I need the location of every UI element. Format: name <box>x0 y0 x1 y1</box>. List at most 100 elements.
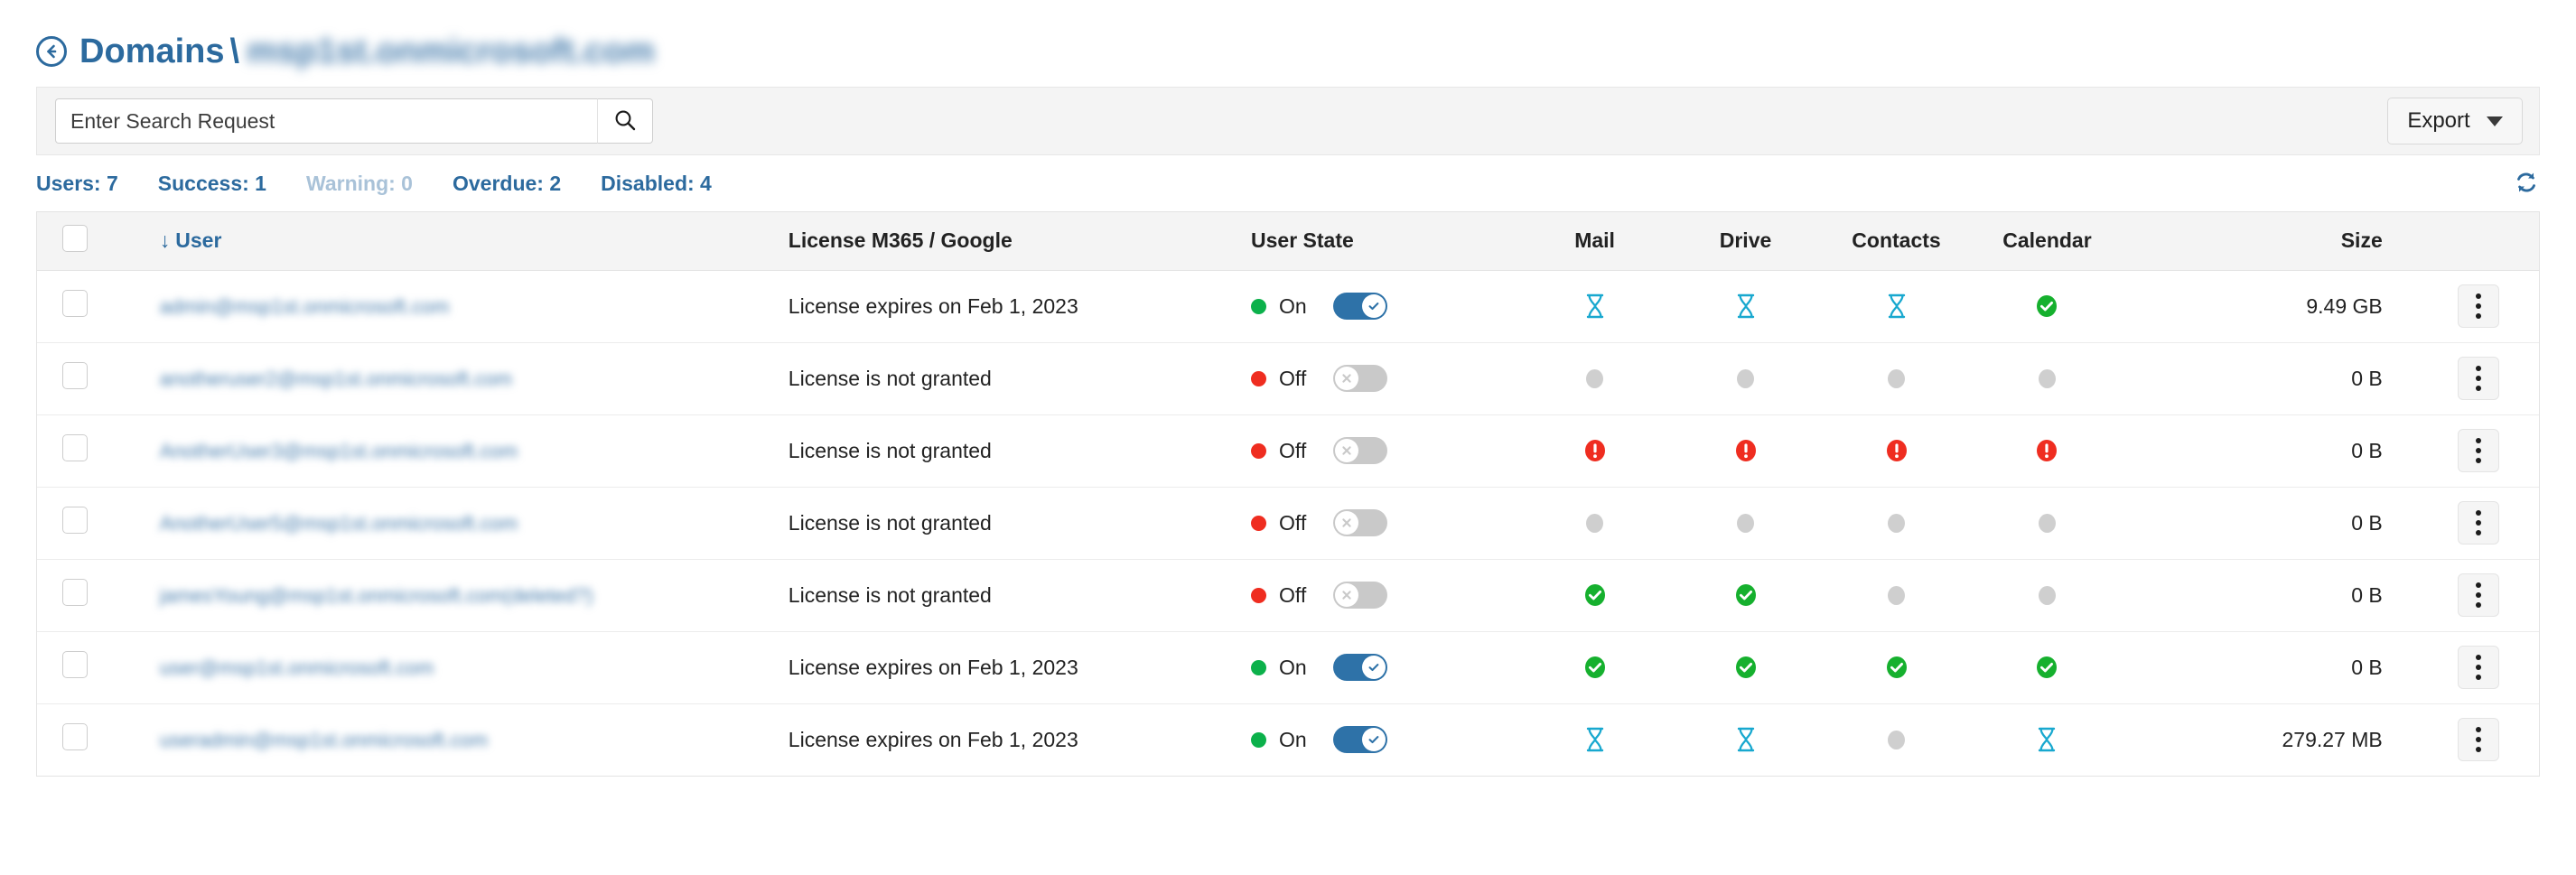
column-header-calendar[interactable]: Calendar <box>1971 212 2123 271</box>
stat-disabled[interactable]: Disabled: 4 <box>601 172 712 196</box>
column-header-user[interactable]: ↓ User <box>103 212 789 271</box>
user-email-link[interactable]: user@msp1st.onmicrosoft.com <box>160 656 434 680</box>
users-page: Domains \ msp1st.onmicrosoft.com Export … <box>0 0 2576 875</box>
row-checkbox[interactable] <box>62 651 88 678</box>
mail-status-success-icon[interactable] <box>1519 655 1670 680</box>
kebab-menu-icon[interactable] <box>2458 573 2500 617</box>
mail-status-error-icon[interactable] <box>1519 438 1670 463</box>
user-email-link[interactable]: useradmin@msp1st.onmicrosoft.com <box>160 729 488 752</box>
user-state-label: Off <box>1279 582 1307 607</box>
row-size-cell: 0 B <box>2122 414 2419 488</box>
row-checkbox[interactable] <box>62 579 88 606</box>
drive-status-pending-icon[interactable] <box>1670 293 1821 320</box>
kebab-menu-icon[interactable] <box>2458 501 2500 545</box>
stat-overdue[interactable]: Overdue: 2 <box>453 172 561 196</box>
close-icon <box>1342 446 1351 455</box>
kebab-menu-icon[interactable] <box>2458 284 2500 328</box>
user-email-link[interactable]: jamesYoung@msp1st.onmicrosoft.com(delete… <box>160 584 593 608</box>
stat-users[interactable]: Users: 7 <box>36 172 118 196</box>
row-license-cell: License is not granted <box>788 414 1251 488</box>
calendar-status-error-icon[interactable] <box>1972 438 2123 463</box>
row-contacts-cell <box>1821 342 1972 415</box>
user-state-dot <box>1251 659 1266 675</box>
row-checkbox[interactable] <box>62 362 88 389</box>
column-header-mail[interactable]: Mail <box>1519 212 1671 271</box>
column-header-size[interactable]: Size <box>2122 212 2419 271</box>
search-icon <box>612 107 638 135</box>
row-drive-cell <box>1670 342 1822 415</box>
user-state-label: Off <box>1279 366 1307 390</box>
row-mail-cell <box>1519 414 1671 488</box>
calendar-status-none-icon <box>1972 585 2123 605</box>
kebab-menu-icon[interactable] <box>2458 718 2500 762</box>
user-state-toggle[interactable] <box>1333 365 1387 392</box>
row-drive-cell <box>1670 703 1821 776</box>
user-state-toggle[interactable] <box>1333 437 1387 464</box>
row-checkbox[interactable] <box>62 507 88 534</box>
mail-status-pending-icon[interactable] <box>1519 293 1670 320</box>
calendar-status-pending-icon[interactable] <box>1972 726 2123 753</box>
stat-success[interactable]: Success: 1 <box>158 172 266 196</box>
calendar-status-none-icon <box>1972 513 2123 533</box>
export-button-label: Export <box>2407 108 2470 133</box>
drive-status-pending-icon[interactable] <box>1670 726 1821 753</box>
breadcrumb-root[interactable]: Domains <box>79 33 224 71</box>
user-state-toggle[interactable] <box>1333 726 1387 754</box>
search-input[interactable] <box>55 98 597 144</box>
select-all-checkbox[interactable] <box>62 224 88 252</box>
row-checkbox[interactable] <box>62 290 88 317</box>
row-checkbox[interactable] <box>62 723 88 751</box>
export-button[interactable]: Export <box>2387 98 2523 144</box>
row-contacts-cell <box>1821 270 1972 343</box>
contacts-status-pending-icon[interactable] <box>1821 293 1972 320</box>
column-header-user-state[interactable]: User State <box>1251 212 1520 271</box>
mail-status-pending-icon[interactable] <box>1519 726 1670 753</box>
row-actions-cell <box>2418 414 2539 488</box>
row-user-state-cell: Off <box>1251 487 1520 560</box>
drive-status-error-icon[interactable] <box>1670 438 1821 463</box>
back-arrow-circle-icon[interactable] <box>36 36 67 67</box>
user-state-toggle[interactable] <box>1333 509 1387 536</box>
user-state-toggle[interactable] <box>1333 293 1387 320</box>
column-header-contacts[interactable]: Contacts <box>1821 212 1972 271</box>
user-state-toggle[interactable] <box>1333 582 1387 609</box>
calendar-status-success-icon[interactable] <box>1972 293 2123 319</box>
row-license-cell: License is not granted <box>788 342 1251 415</box>
search-group <box>55 98 653 144</box>
column-header-license[interactable]: License M365 / Google <box>788 212 1251 271</box>
kebab-menu-icon[interactable] <box>2458 357 2500 400</box>
row-select-cell <box>37 414 104 488</box>
contacts-status-success-icon[interactable] <box>1821 655 1972 680</box>
table-row: jamesYoung@msp1st.onmicrosoft.com(delete… <box>37 559 2539 632</box>
row-drive-cell <box>1670 270 1822 343</box>
row-user-cell: anotheruser2@msp1st.onmicrosoft.com <box>103 342 789 415</box>
user-email-link[interactable]: admin@msp1st.onmicrosoft.com <box>160 295 450 319</box>
refresh-button[interactable] <box>2513 169 2540 199</box>
drive-status-success-icon[interactable] <box>1670 582 1821 608</box>
column-header-drive[interactable]: Drive <box>1670 212 1822 271</box>
row-user-cell: AnotherUser3@msp1st.onmicrosoft.com <box>103 414 789 488</box>
user-state-dot <box>1251 298 1266 314</box>
row-mail-cell <box>1519 703 1670 776</box>
mail-status-success-icon[interactable] <box>1519 582 1670 608</box>
user-email-link[interactable]: AnotherUser5@msp1st.onmicrosoft.com <box>160 512 518 535</box>
row-calendar-cell <box>1971 559 2123 632</box>
user-state-toggle[interactable] <box>1333 654 1387 681</box>
row-contacts-cell <box>1821 631 1972 704</box>
mail-status-none-icon <box>1519 368 1670 388</box>
user-state-dot <box>1251 731 1266 748</box>
close-icon <box>1342 518 1351 527</box>
refresh-icon <box>2513 169 2540 199</box>
search-button[interactable] <box>597 98 653 144</box>
calendar-status-success-icon[interactable] <box>1972 655 2123 680</box>
contacts-status-error-icon[interactable] <box>1821 438 1972 463</box>
stat-warning[interactable]: Warning: 0 <box>306 172 413 196</box>
row-checkbox[interactable] <box>62 434 88 461</box>
drive-status-none-icon <box>1670 513 1821 533</box>
user-email-link[interactable]: anotheruser2@msp1st.onmicrosoft.com <box>160 368 512 391</box>
user-email-link[interactable]: AnotherUser3@msp1st.onmicrosoft.com <box>160 440 518 463</box>
kebab-menu-icon[interactable] <box>2458 429 2500 472</box>
row-user-state-cell: On <box>1251 270 1520 343</box>
kebab-menu-icon[interactable] <box>2458 646 2500 689</box>
drive-status-success-icon[interactable] <box>1670 655 1821 680</box>
